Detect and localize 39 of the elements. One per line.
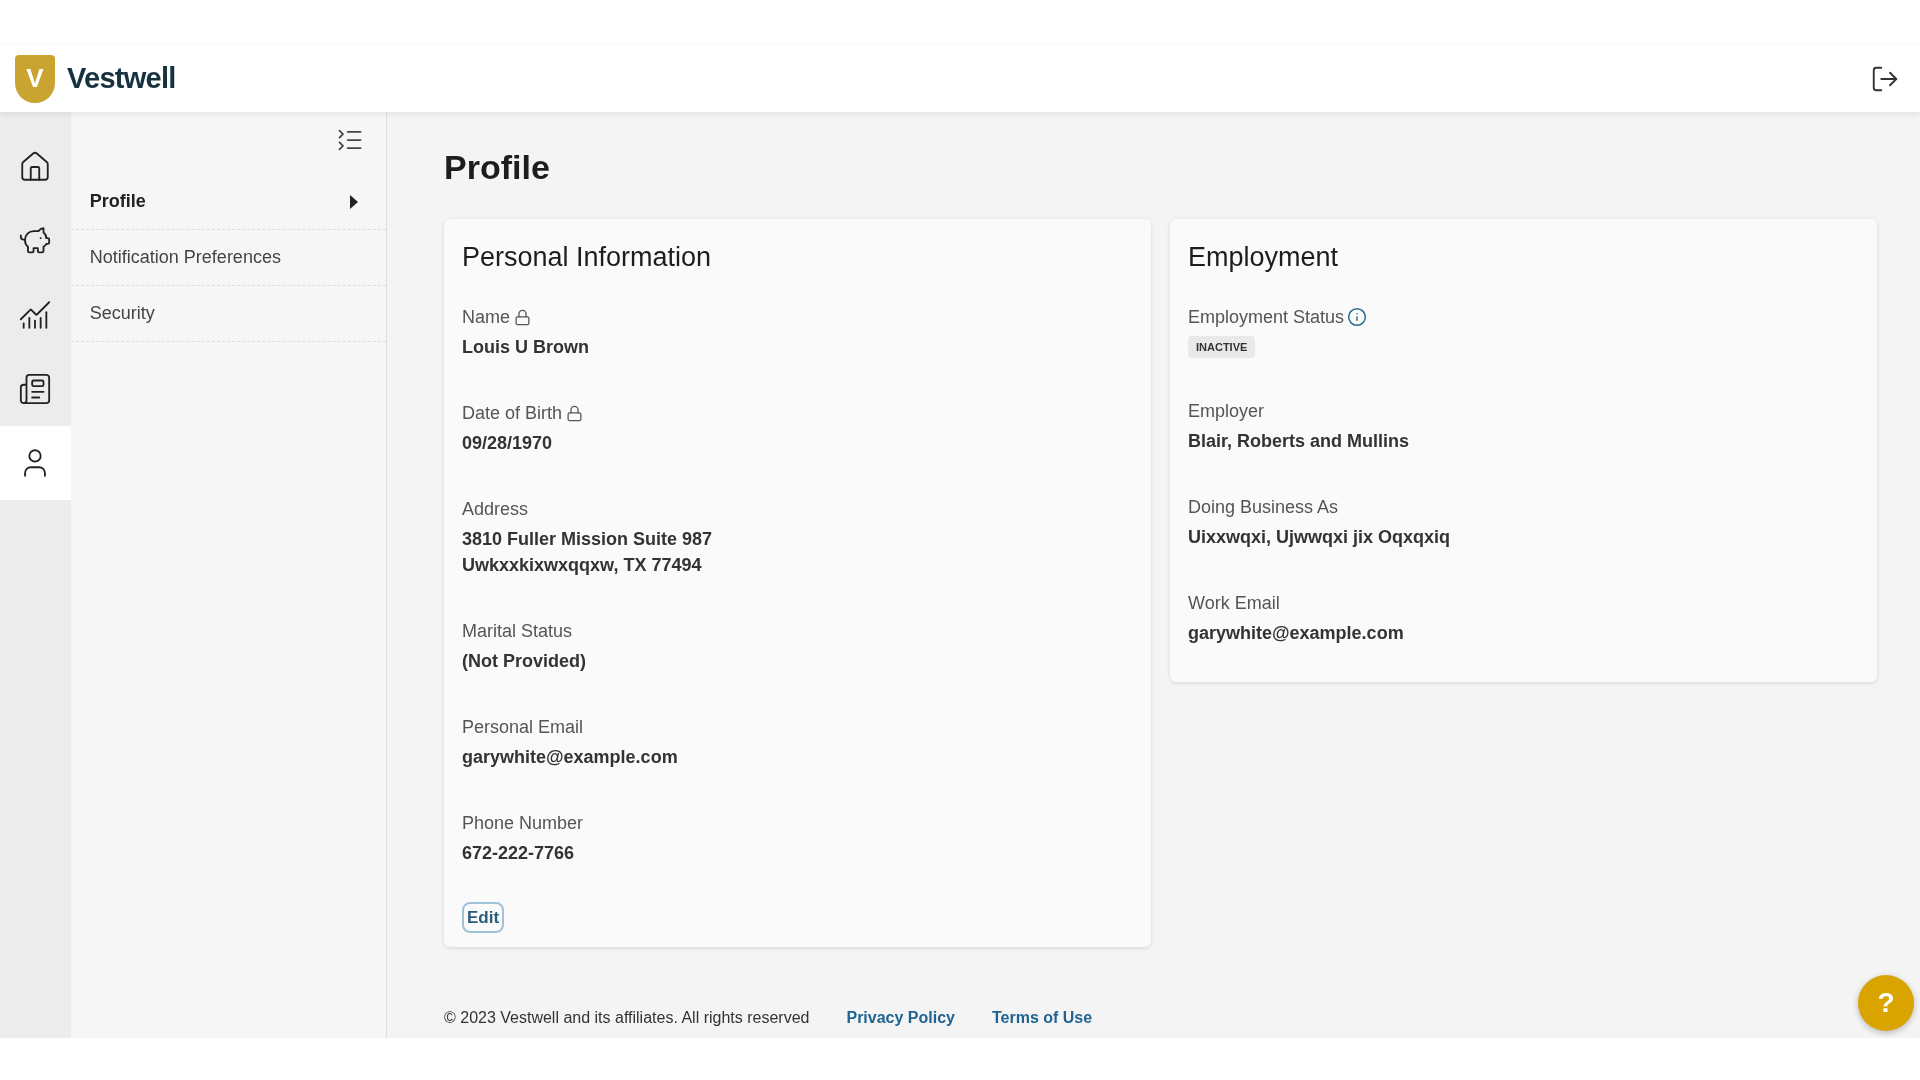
field-value: Louis U Brown: [462, 335, 590, 359]
field-value: (Not Provided): [462, 649, 587, 673]
lock-icon: [514, 308, 531, 326]
field-label: Personal Email: [462, 715, 584, 739]
caret-right-icon: [350, 194, 358, 209]
info-icon[interactable]: [1347, 307, 1368, 327]
submenu-item[interactable]: Profile: [70, 174, 386, 230]
field-label: Work Email: [1188, 592, 1280, 615]
field-label: Doing Business As: [1188, 496, 1339, 519]
field-value: Blair, Roberts and Mullins: [1188, 430, 1411, 453]
brand-name: Vestwell: [67, 60, 176, 96]
card-title: Personal Information: [462, 241, 713, 274]
card-title: Employment: [1188, 241, 1340, 274]
field-label: Marital Status: [462, 619, 573, 643]
field-label: Date of Birth: [462, 401, 563, 425]
field-label: Phone Number: [462, 811, 584, 835]
footer-link[interactable]: Privacy Policy: [846, 1006, 955, 1030]
field-value: garywhite@example.com: [462, 745, 679, 769]
bar-chart-icon: [18, 298, 53, 332]
submenu-item[interactable]: Notification Preferences: [70, 230, 386, 286]
field-label: Name: [462, 305, 510, 329]
footer-link[interactable]: Terms of Use: [992, 1006, 1093, 1030]
page-title: Profile: [444, 147, 551, 188]
field-value: 09/28/1970: [462, 431, 554, 455]
field-label: Employer: [1188, 400, 1265, 423]
submenu-item[interactable]: Security: [70, 286, 386, 342]
field-value: 672-222-7766: [462, 841, 576, 865]
document-icon: [18, 372, 53, 406]
edit-button[interactable]: Edit: [462, 901, 505, 933]
lock-icon: [566, 404, 584, 422]
shield-logo-icon: V: [15, 54, 55, 103]
field-value: Uixxwqxi, Ujwwqxi jix Oqxqxiq: [1188, 526, 1452, 549]
status-badge: INACTIVE: [1188, 335, 1256, 358]
field-label: Address: [462, 497, 529, 521]
field-label: Employment Status: [1188, 305, 1345, 329]
field-value: Uwkxxkixwxqqxw, TX 77494: [462, 553, 703, 577]
field-value: garywhite@example.com: [1188, 622, 1405, 645]
copyright-text: © 2023 Vestwell and its affiliates. All rights reserved: [444, 1008, 810, 1028]
field-value: 3810 Fuller Mission Suite 987: [462, 527, 714, 551]
